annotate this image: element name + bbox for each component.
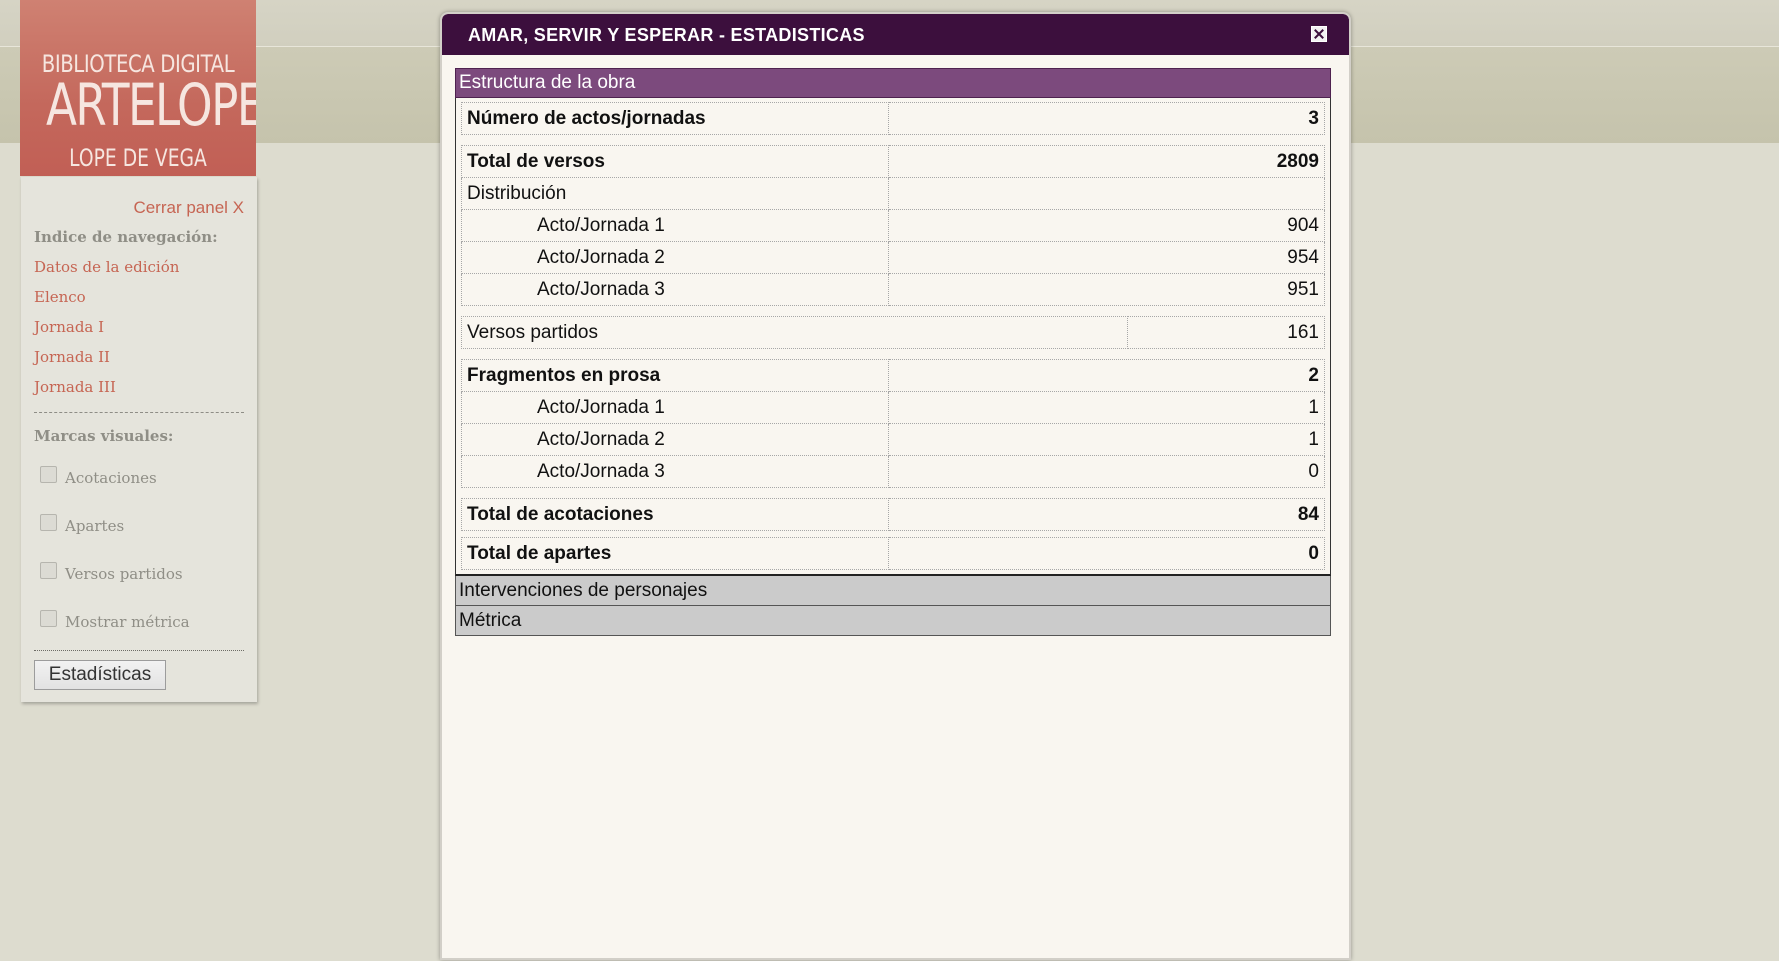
close-icon[interactable] — [1311, 26, 1327, 42]
nav-heading: Indice de navegación: — [34, 228, 218, 246]
checkbox-mostrar-metrica[interactable]: Mostrar métrica — [40, 609, 190, 631]
row-value: 2 — [888, 359, 1325, 392]
row-label: Versos partidos — [461, 316, 1128, 349]
checkbox-versos-partidos[interactable]: Versos partidos — [40, 561, 183, 583]
section-interventions-header[interactable]: Intervenciones de personajes — [455, 576, 1331, 606]
table-row: Acto/Jornada 1 904 — [461, 209, 1325, 242]
table-row: Acto/Jornada 2 1 — [461, 423, 1325, 456]
checkbox-acotaciones[interactable]: Acotaciones — [40, 465, 157, 487]
checkbox-label: Acotaciones — [65, 469, 157, 487]
row-label: Acto/Jornada 2 — [461, 423, 889, 456]
nav-link-jornada-1[interactable]: Jornada I — [34, 318, 104, 336]
nav-link-jornada-3[interactable]: Jornada III — [34, 378, 116, 396]
table-row: Acto/Jornada 3 0 — [461, 455, 1325, 488]
logo-line-2: ARTELOPE — [45, 71, 256, 139]
table-row: Número de actos/jornadas 3 — [461, 102, 1325, 135]
checkbox-box[interactable] — [40, 465, 57, 483]
nav-link-cast[interactable]: Elenco — [34, 288, 86, 306]
row-label: Acto/Jornada 3 — [461, 455, 889, 488]
spacer-cell — [462, 488, 1325, 499]
panel-divider — [34, 650, 244, 651]
row-label: Total de acotaciones — [461, 498, 889, 531]
checkbox-label: Versos partidos — [65, 565, 183, 583]
navigation-panel: Cerrar panel X Indice de navegación: Dat… — [21, 177, 257, 702]
row-label: Distribución — [461, 177, 889, 210]
checkbox-label: Apartes — [65, 517, 125, 535]
nav-link-jornada-2[interactable]: Jornada II — [34, 348, 110, 366]
table-row: Acto/Jornada 3 951 — [461, 273, 1325, 306]
row-value: 84 — [888, 498, 1325, 531]
table-row: Total de versos 2809 — [461, 145, 1325, 178]
close-panel-link[interactable]: Cerrar panel X — [133, 198, 244, 218]
structure-table: Número de actos/jornadas 3 Total de vers… — [461, 102, 1325, 306]
row-label: Número de actos/jornadas — [461, 102, 889, 135]
row-label: Acto/Jornada 2 — [461, 241, 889, 274]
table-row: Fragmentos en prosa 2 — [461, 359, 1325, 392]
visual-marks-heading: Marcas visuales: — [34, 427, 174, 445]
row-value: 904 — [888, 209, 1325, 242]
checkbox-box[interactable] — [40, 561, 57, 579]
dialog-title: AMAR, SERVIR Y ESPERAR - ESTADISTICAS — [468, 25, 865, 45]
section-metric-header[interactable]: Métrica — [455, 606, 1331, 636]
statistics-button[interactable]: Estadísticas — [34, 660, 166, 690]
table-row: Total de acotaciones 84 — [461, 498, 1325, 531]
section-structure-body: Número de actos/jornadas 3 Total de vers… — [455, 98, 1331, 576]
row-value-empty — [888, 177, 1325, 210]
table-row: Acto/Jornada 2 954 — [461, 241, 1325, 274]
row-spacer — [462, 531, 1325, 538]
table-row: Acto/Jornada 1 1 — [461, 391, 1325, 424]
row-spacer — [462, 135, 1325, 146]
checkbox-label: Mostrar métrica — [65, 613, 190, 631]
row-value: 1 — [888, 423, 1325, 456]
table-row: Total de apartes 0 — [461, 537, 1325, 570]
artelope-logo[interactable]: BIBLIOTECA DIGITAL ARTELOPE LOPE DE VEGA — [20, 0, 256, 176]
row-label: Acto/Jornada 1 — [461, 209, 889, 242]
dialog-header: AMAR, SERVIR Y ESPERAR - ESTADISTICAS — [442, 14, 1349, 55]
row-label: Acto/Jornada 1 — [461, 391, 889, 424]
statistics-dialog: AMAR, SERVIR Y ESPERAR - ESTADISTICAS Es… — [440, 12, 1351, 960]
panel-divider — [34, 412, 244, 413]
spacer-cell — [462, 135, 1325, 146]
prose-table: Fragmentos en prosa 2 Acto/Jornada 1 1 A… — [461, 359, 1325, 570]
spacer-cell — [462, 531, 1325, 538]
row-label: Acto/Jornada 3 — [461, 273, 889, 306]
checkbox-apartes[interactable]: Apartes — [40, 513, 125, 535]
row-value: 3 — [888, 102, 1325, 135]
row-value: 0 — [888, 537, 1325, 570]
row-label: Fragmentos en prosa — [461, 359, 889, 392]
row-spacer — [462, 488, 1325, 499]
logo-line-3: LOPE DE VEGA — [69, 144, 207, 172]
table-row: Distribución — [461, 177, 1325, 210]
row-value: 951 — [888, 273, 1325, 306]
row-value: 0 — [888, 455, 1325, 488]
row-value: 161 — [1127, 316, 1325, 349]
checkbox-box[interactable] — [40, 609, 57, 627]
nav-link-edition-data[interactable]: Datos de la edición — [34, 258, 179, 276]
table-row: Versos partidos 161 — [461, 316, 1325, 349]
split-verses-table: Versos partidos 161 — [461, 316, 1325, 349]
section-structure-header[interactable]: Estructura de la obra — [455, 68, 1331, 98]
row-label: Total de apartes — [461, 537, 889, 570]
checkbox-box[interactable] — [40, 513, 57, 531]
statistics-accordion: Estructura de la obra Número de actos/jo… — [455, 68, 1331, 636]
row-value: 954 — [888, 241, 1325, 274]
row-value: 2809 — [888, 145, 1325, 178]
row-label: Total de versos — [461, 145, 889, 178]
row-value: 1 — [888, 391, 1325, 424]
